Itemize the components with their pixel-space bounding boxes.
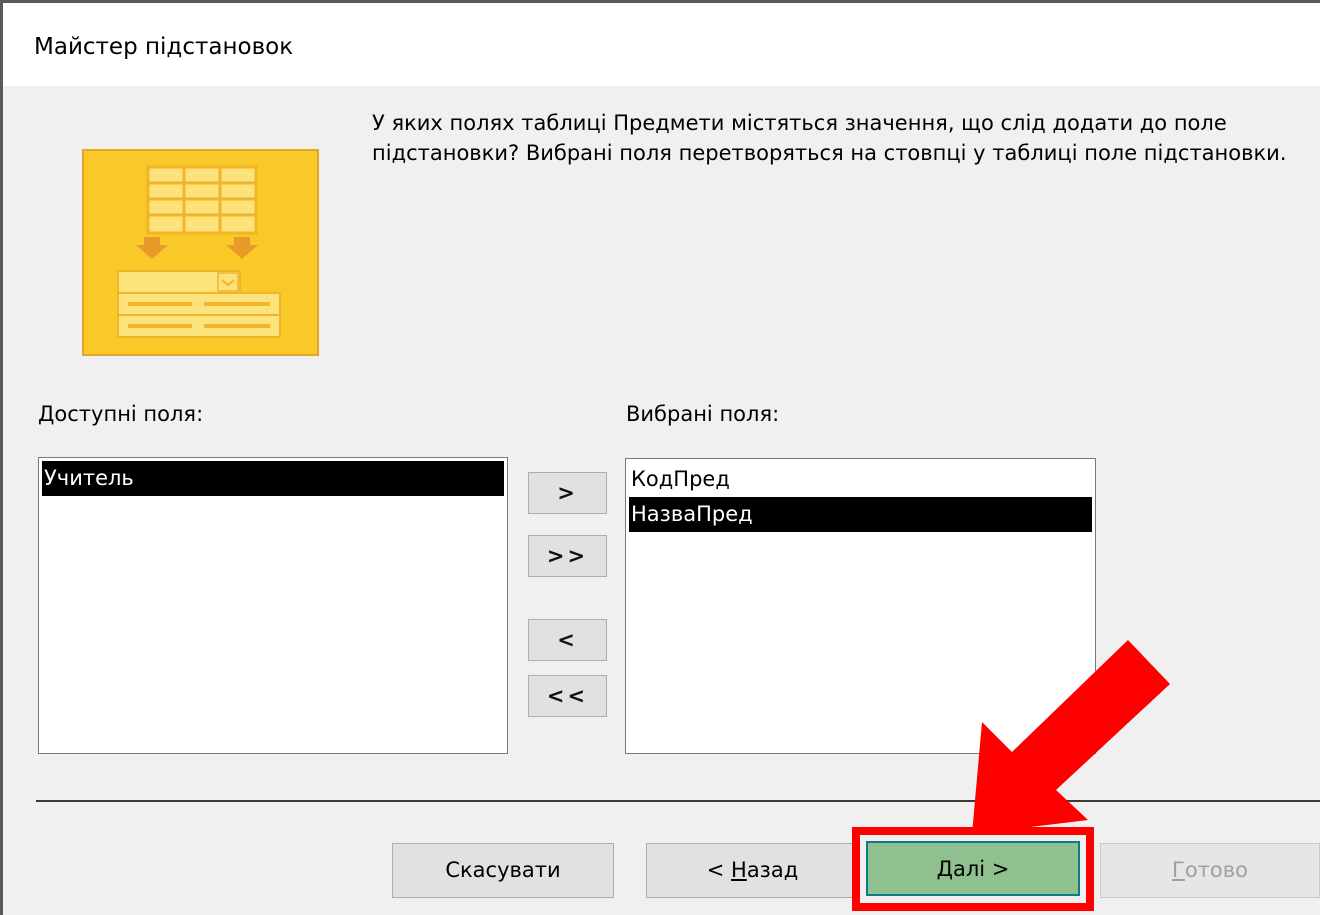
selected-fields-label: Вибрані поля:	[626, 402, 780, 426]
red-arrow-icon	[972, 640, 1170, 834]
window-title: Майстер підстановок	[34, 34, 294, 60]
remove-all-button[interactable]: <<	[528, 675, 607, 717]
title-bar: Майстер підстановок	[0, 0, 1320, 86]
add-all-button[interactable]: >>	[528, 535, 607, 577]
wizard-prompt: У яких полях таблиці Предмети містяться …	[372, 111, 1287, 165]
list-item-nazvapred[interactable]: НазваПред	[629, 497, 1092, 532]
list-item-uchytel[interactable]: Учитель	[42, 461, 504, 496]
list-item-kodpred[interactable]: КодПред	[629, 462, 1092, 497]
available-fields-label: Доступні поля:	[38, 402, 204, 426]
available-fields-list[interactable]: Учитель	[38, 457, 508, 754]
window-frame-top	[0, 0, 1320, 3]
cancel-button[interactable]: Скасувати	[392, 843, 614, 898]
lookup-wizard-icon	[82, 149, 319, 356]
back-button[interactable]: < Назад	[646, 843, 859, 898]
back-button-label: азад	[746, 858, 799, 882]
finish-button-label: отово	[1184, 858, 1248, 882]
add-one-button[interactable]: >	[528, 472, 607, 514]
back-button-prefix: <	[706, 858, 732, 882]
back-button-accesskey: Н	[731, 858, 747, 882]
remove-one-button[interactable]: <	[528, 619, 607, 661]
